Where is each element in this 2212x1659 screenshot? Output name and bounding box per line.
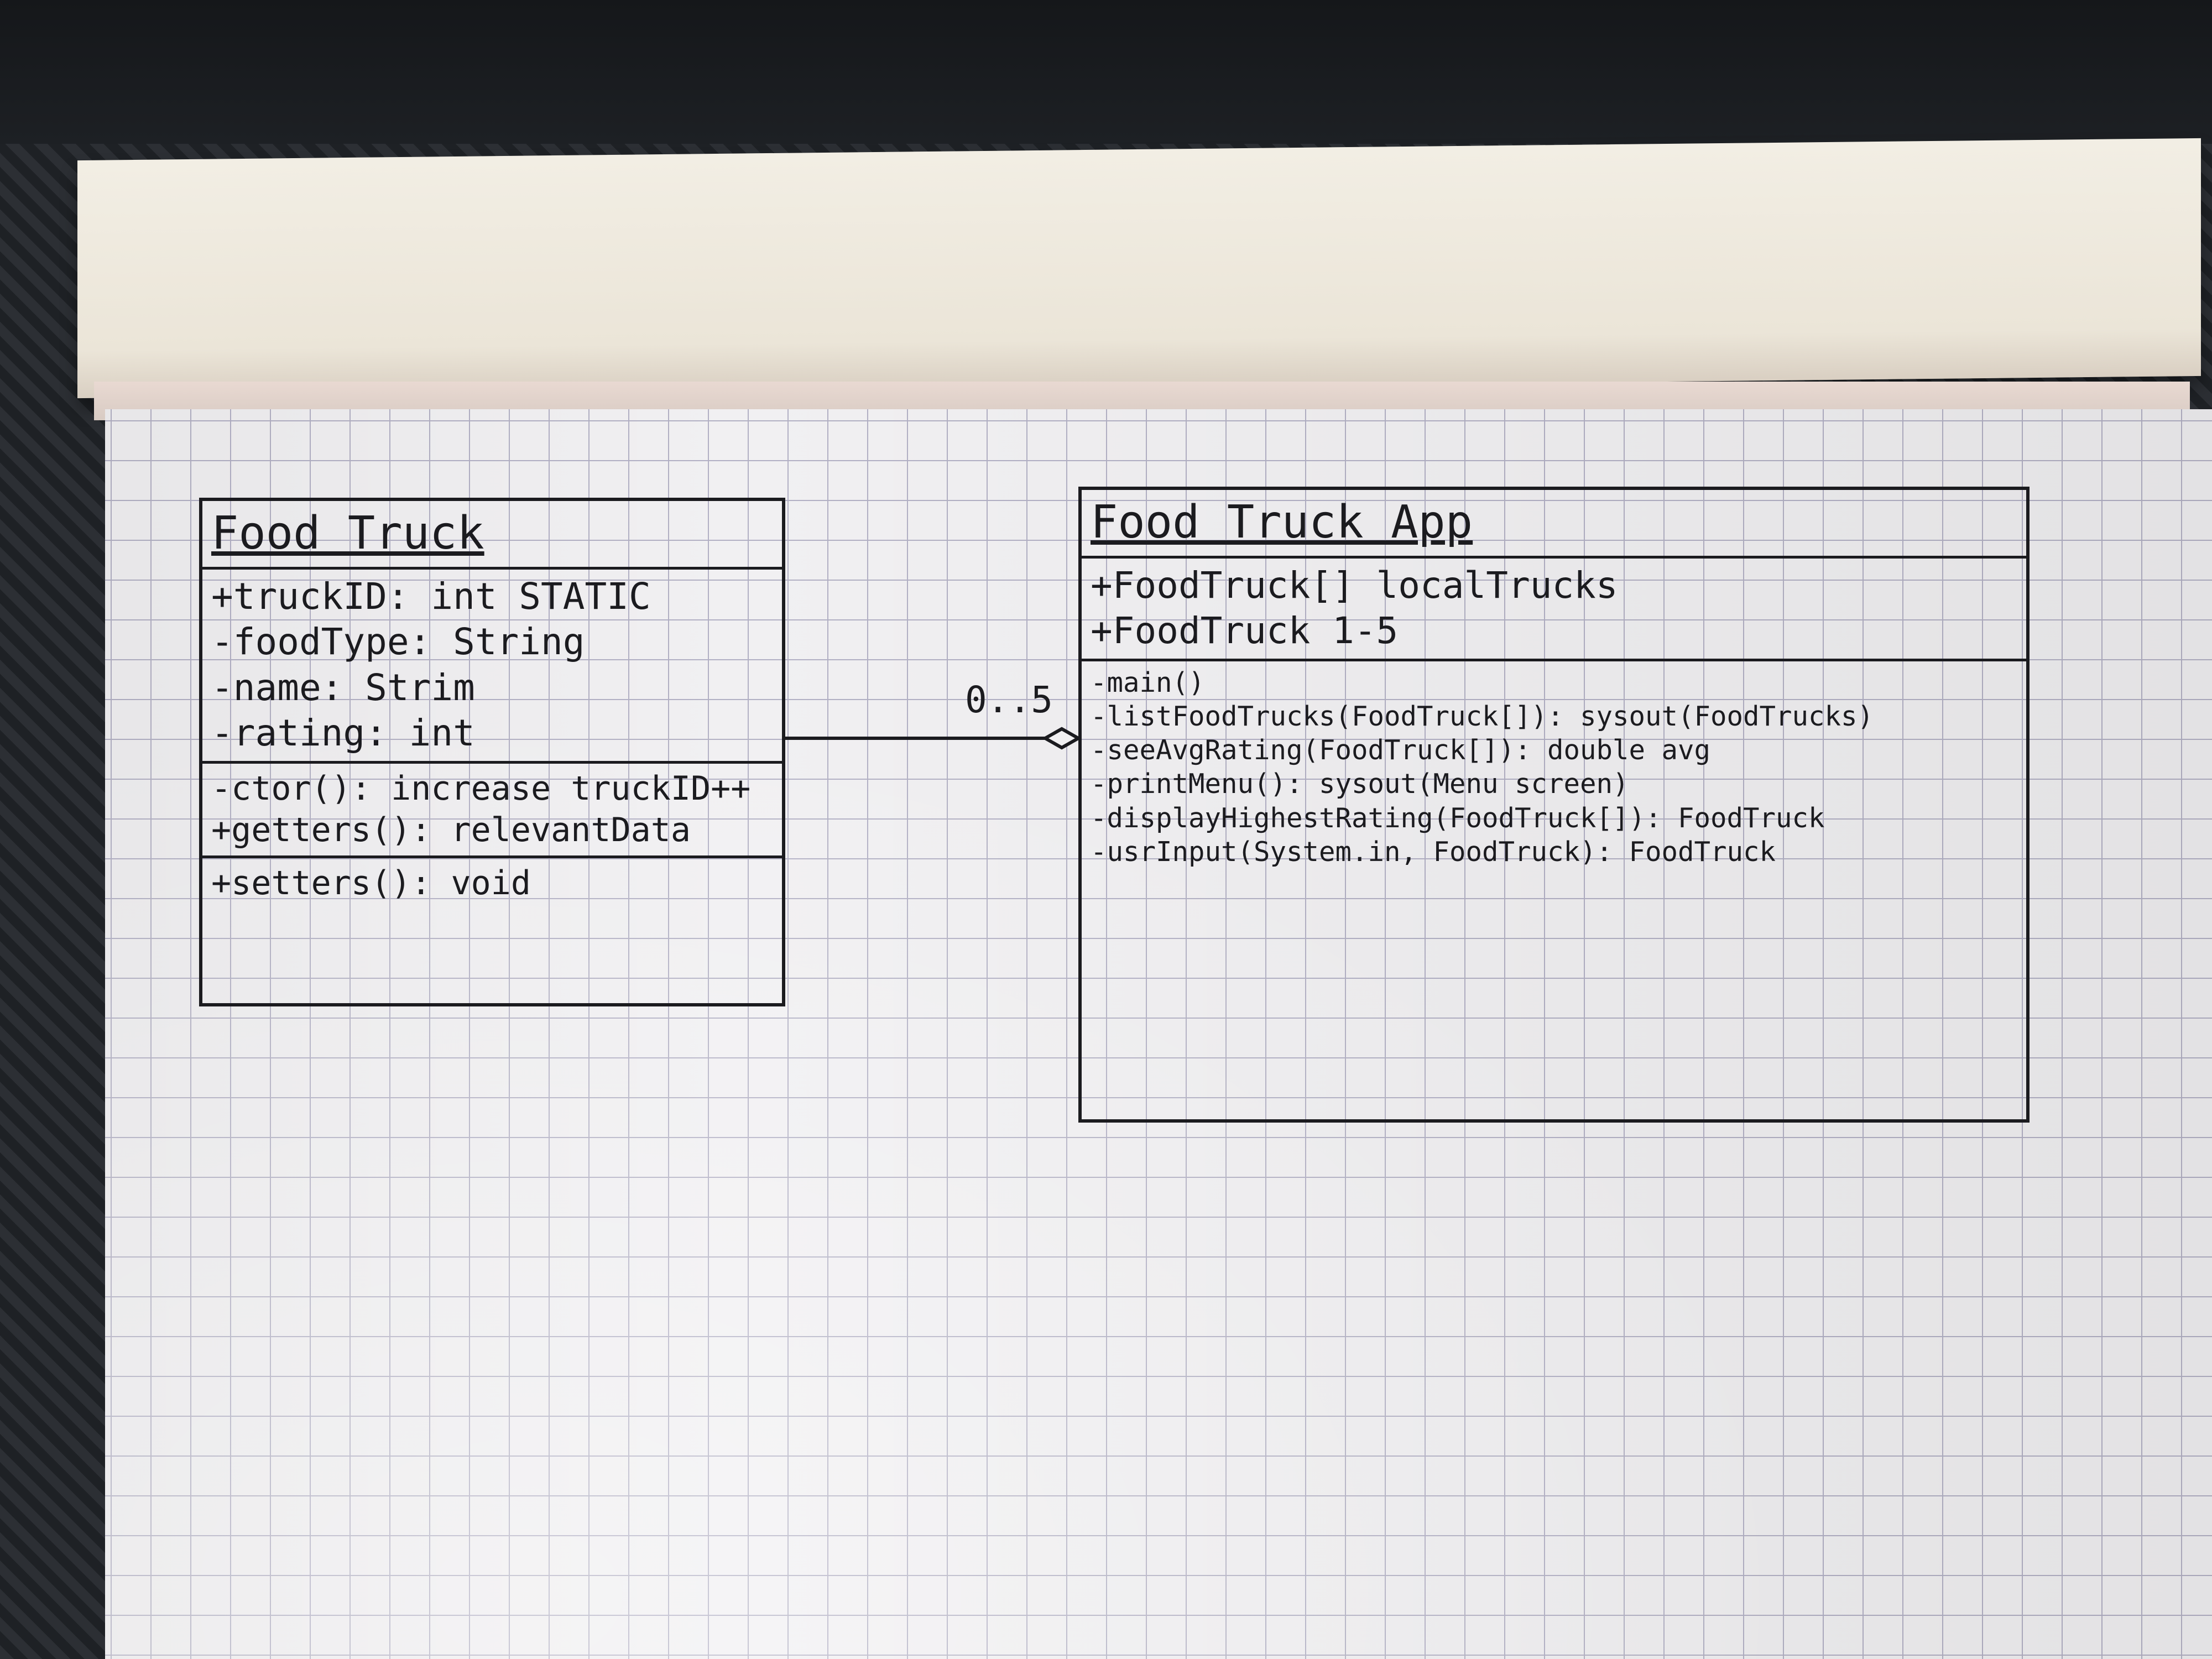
aggregation-diamond <box>1041 727 1082 750</box>
multiplicity-label: 0..5 <box>965 679 1053 721</box>
association-connector <box>785 727 1082 750</box>
